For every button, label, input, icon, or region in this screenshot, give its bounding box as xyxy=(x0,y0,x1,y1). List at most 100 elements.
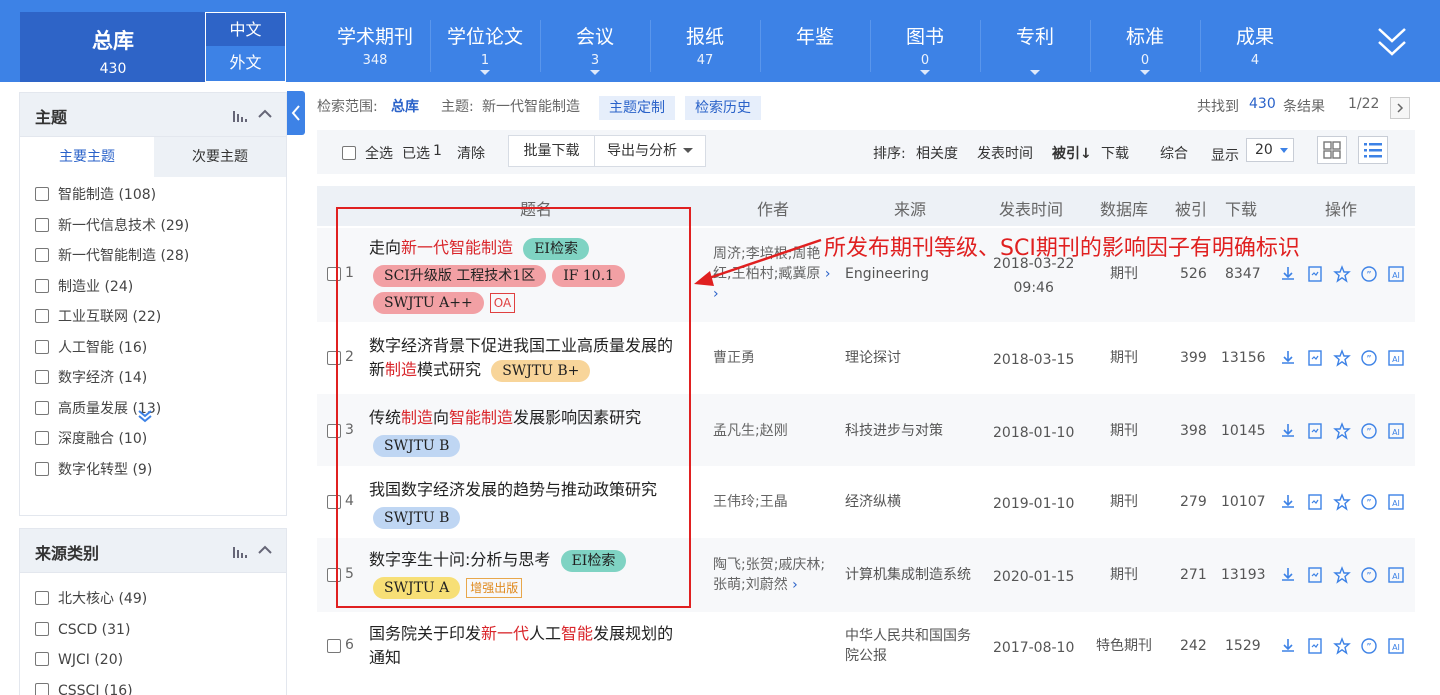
cite-icon[interactable]: ” xyxy=(1360,349,1378,371)
star-icon[interactable] xyxy=(1333,349,1351,371)
ai-icon[interactable]: AI xyxy=(1387,265,1405,287)
source-cell[interactable]: 中华人民共和国国务 院公报 xyxy=(845,626,971,666)
read-icon[interactable] xyxy=(1306,493,1324,515)
topic-filter-item[interactable]: 深度融合 (10) xyxy=(35,429,147,449)
chevron-up-icon[interactable] xyxy=(258,545,272,555)
cite-icon[interactable]: ” xyxy=(1360,422,1378,444)
nav-item-patents[interactable]: 专利 xyxy=(980,22,1090,75)
col-cited[interactable]: 被引 xyxy=(1175,196,1207,220)
topic-filter-item[interactable]: 新一代信息技术 (29) xyxy=(35,216,189,236)
source-cell[interactable]: 科技进步与对策 xyxy=(845,421,943,441)
read-icon[interactable] xyxy=(1306,349,1324,371)
ai-icon[interactable]: AI xyxy=(1387,637,1405,659)
source-cell[interactable]: 计算机集成制造系统 xyxy=(845,565,971,585)
checkbox[interactable] xyxy=(35,278,49,293)
chevron-right-icon[interactable]: › xyxy=(713,286,719,302)
checkbox[interactable] xyxy=(35,187,49,201)
source-filter-item[interactable]: WJCI (20) xyxy=(35,650,123,670)
nav-item-newspapers[interactable]: 报纸 47 xyxy=(650,22,760,68)
download-icon[interactable] xyxy=(1279,566,1297,588)
topic-filter-item[interactable]: 数字经济 (14) xyxy=(35,368,147,388)
lang-foreign-tab[interactable]: 外文 xyxy=(205,46,286,82)
cite-icon[interactable]: ” xyxy=(1360,637,1378,659)
cite-icon[interactable]: ” xyxy=(1360,566,1378,588)
expand-more-icon[interactable] xyxy=(1376,24,1408,60)
source-filter-item[interactable]: 北大核心 (49) xyxy=(35,589,147,609)
lang-chinese-tab[interactable]: 中文 xyxy=(205,12,286,47)
checkbox[interactable] xyxy=(35,309,49,323)
bar-chart-icon[interactable] xyxy=(232,109,248,123)
star-icon[interactable] xyxy=(1333,637,1351,659)
checkbox[interactable] xyxy=(35,370,49,384)
cited-cell[interactable]: 271 xyxy=(1180,565,1207,585)
topic-filter-item[interactable]: 人工智能 (16) xyxy=(35,338,147,358)
chevron-down-icon[interactable] xyxy=(137,409,153,423)
table-row[interactable]: 6 国务院关于印发新一代人工智能发展规划的 通知 中华人民共和国国务 院公报 2017-0… xyxy=(317,612,1415,684)
checkbox[interactable] xyxy=(35,682,49,695)
list-view-button[interactable] xyxy=(1358,136,1388,164)
download-icon[interactable] xyxy=(1279,349,1297,371)
author-cell[interactable]: 王伟玲;王晶 xyxy=(713,492,788,512)
checkbox[interactable] xyxy=(35,248,49,262)
read-icon[interactable] xyxy=(1306,422,1324,444)
cited-cell[interactable]: 242 xyxy=(1180,636,1207,656)
cite-icon[interactable]: ” xyxy=(1360,493,1378,515)
checkbox[interactable] xyxy=(35,652,49,666)
checkbox[interactable] xyxy=(35,339,49,354)
source-cell[interactable]: 经济纵横 xyxy=(845,492,901,512)
select-all-checkbox[interactable]: 全选 xyxy=(342,143,393,163)
nav-item-standards[interactable]: 标准 0 xyxy=(1090,22,1200,75)
chevron-right-icon[interactable]: › xyxy=(792,577,798,593)
star-icon[interactable] xyxy=(1333,422,1351,444)
checkbox[interactable] xyxy=(35,591,49,605)
cited-cell[interactable]: 398 xyxy=(1180,421,1207,441)
source-filter-item[interactable]: CSCD (31) xyxy=(35,620,130,640)
read-icon[interactable] xyxy=(1306,637,1324,659)
topic-filter-item[interactable]: 制造业 (24) xyxy=(35,277,133,297)
topic-filter-item[interactable]: 智能制造 (108) xyxy=(35,185,156,205)
article-title-link[interactable]: 国务院关于印发新一代人工智能发展规划的 通知 xyxy=(369,624,673,667)
nav-item-conferences[interactable]: 会议 3 xyxy=(540,22,650,75)
checkbox[interactable] xyxy=(35,400,49,415)
read-icon[interactable] xyxy=(1306,566,1324,588)
next-page-button[interactable] xyxy=(1390,97,1410,119)
checkbox[interactable] xyxy=(35,431,49,445)
star-icon[interactable] xyxy=(1333,493,1351,515)
star-icon[interactable] xyxy=(1333,265,1351,287)
nav-item-yearbooks[interactable]: 年鉴 xyxy=(760,22,870,53)
checkbox[interactable] xyxy=(342,146,356,160)
bar-chart-icon[interactable] xyxy=(232,545,248,559)
sort-downloads[interactable]: 下载 xyxy=(1101,143,1129,163)
ai-icon[interactable]: AI xyxy=(1387,349,1405,371)
download-icon[interactable] xyxy=(1279,637,1297,659)
grid-view-button[interactable] xyxy=(1317,136,1347,164)
star-icon[interactable] xyxy=(1333,566,1351,588)
checkbox[interactable] xyxy=(35,217,49,232)
sort-date[interactable]: 发表时间 xyxy=(977,143,1033,163)
collapse-sidebar-button[interactable] xyxy=(287,91,305,135)
topic-filter-item[interactable]: 工业互联网 (22) xyxy=(35,307,161,327)
row-checkbox[interactable] xyxy=(327,639,341,653)
source-cell[interactable]: 理论探讨 xyxy=(845,348,901,368)
download-icon[interactable] xyxy=(1279,422,1297,444)
nav-item-books[interactable]: 图书 0 xyxy=(870,22,980,75)
chevron-up-icon[interactable] xyxy=(258,109,272,119)
nav-item-journals[interactable]: 学术期刊 348 xyxy=(320,22,430,68)
cited-cell[interactable]: 279 xyxy=(1180,492,1207,512)
chevron-right-icon[interactable]: › xyxy=(825,266,831,282)
read-icon[interactable] xyxy=(1306,265,1324,287)
cited-cell[interactable]: 526 xyxy=(1180,264,1207,284)
col-date[interactable]: 发表时间 xyxy=(999,196,1063,220)
nav-item-achievements[interactable]: 成果 4 xyxy=(1200,22,1310,68)
ai-icon[interactable]: AI xyxy=(1387,493,1405,515)
cited-cell[interactable]: 399 xyxy=(1180,348,1207,368)
topic-custom-button[interactable]: 主题定制 xyxy=(599,96,675,120)
checkbox[interactable] xyxy=(35,461,49,476)
topic-filter-item[interactable]: 数字化转型 (9) xyxy=(35,460,152,480)
page-size-select[interactable]: 20 xyxy=(1246,138,1294,162)
topic-filter-item[interactable]: 新一代智能制造 (28) xyxy=(35,246,189,266)
nav-total-library[interactable]: 总库 430 xyxy=(20,12,206,82)
download-icon[interactable] xyxy=(1279,493,1297,515)
sort-cited[interactable]: 被引↓ xyxy=(1052,143,1092,163)
search-history-button[interactable]: 检索历史 xyxy=(685,96,761,120)
